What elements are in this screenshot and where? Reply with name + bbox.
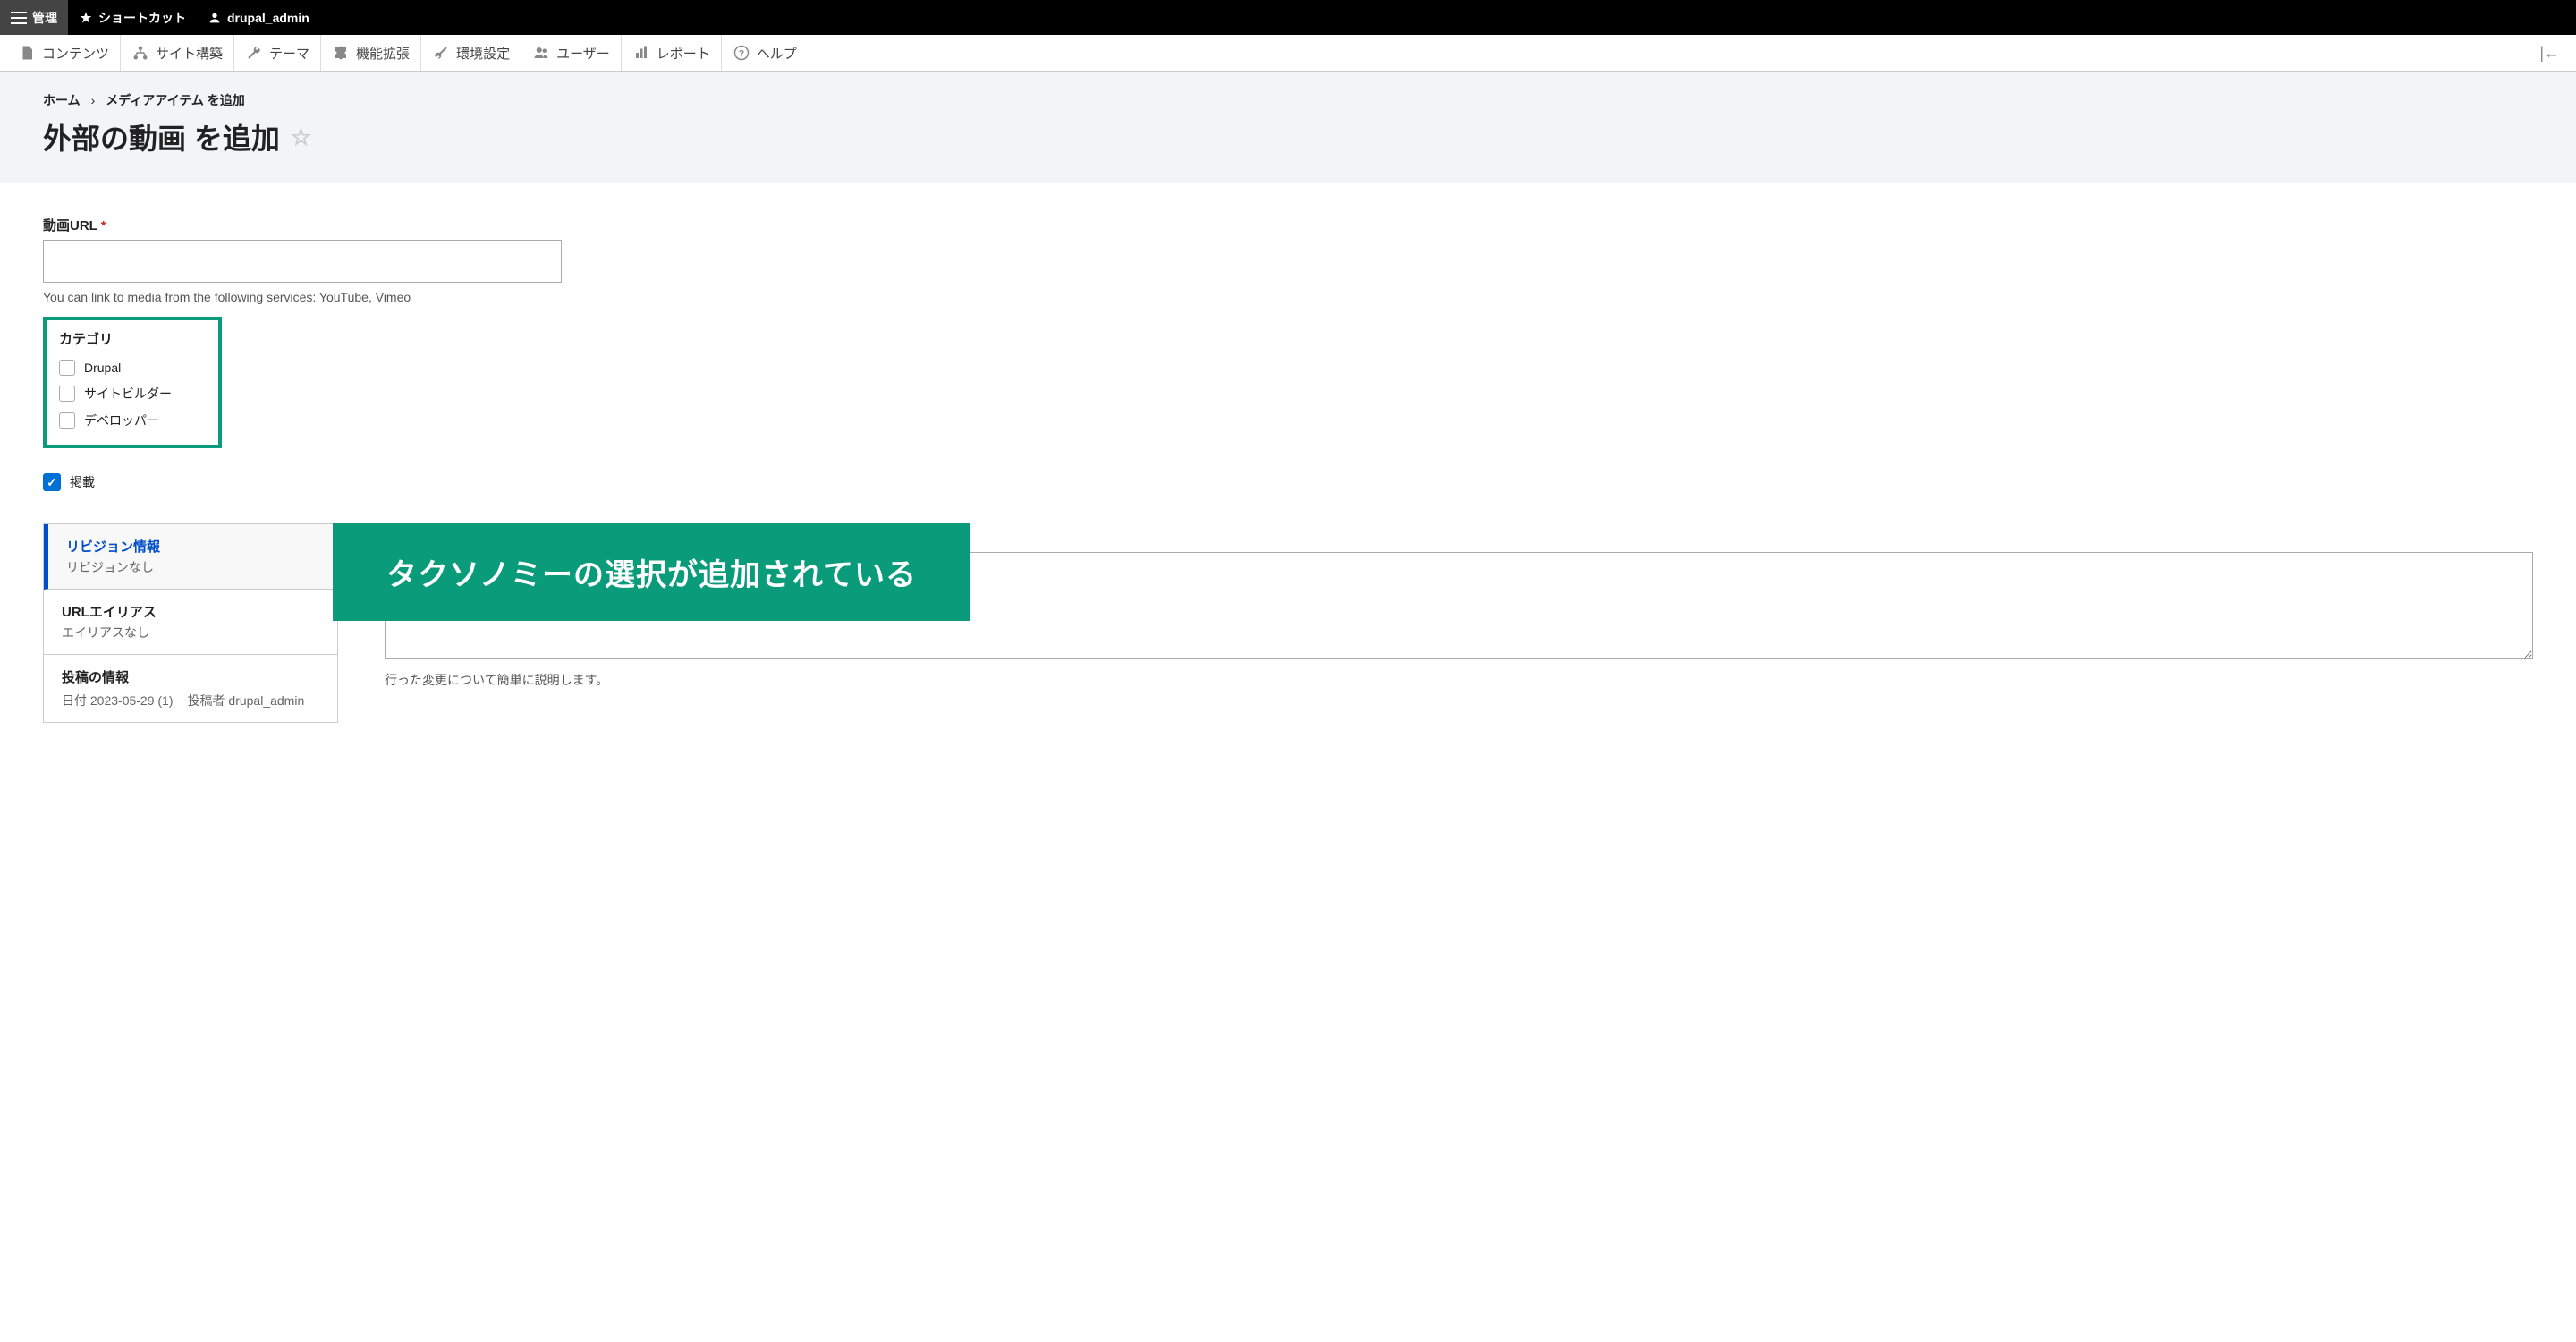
video-url-help: You can link to media from the following… [43,290,2533,304]
collapse-icon: |← [2539,44,2560,62]
menu-appearance-label: テーマ [269,44,309,63]
user-icon [208,11,222,25]
category-option-developer[interactable]: デベロッパー [59,407,206,434]
wrench2-icon [432,44,450,62]
vertical-tabs: リビジョン情報 リビジョンなし URLエイリアス エイリアスなし 投稿の情報 日… [43,523,338,723]
people-icon [532,44,550,62]
tab-revision[interactable]: リビジョン情報 リビジョンなし [44,524,337,590]
category-option-drupal[interactable]: Drupal [59,355,206,380]
menu-reports[interactable]: レポート [621,35,721,71]
topbar-user[interactable]: drupal_admin [197,0,320,35]
puzzle-icon [332,44,350,62]
menu-reports-label: レポート [657,44,710,63]
file-icon [18,44,36,62]
menu-help[interactable]: ? ヘルプ [721,35,808,71]
checkbox-checked-icon[interactable] [43,473,61,491]
topbar-manage[interactable]: 管理 [0,0,68,35]
star-outline-icon[interactable]: ☆ [291,123,311,151]
collapse-toolbar-button[interactable]: |← [2530,44,2569,63]
published-label: 掲載 [70,473,95,491]
breadcrumb: ホーム › メディアアイテム を追加 [43,91,2533,109]
published-checkbox-row[interactable]: 掲載 [43,473,2533,491]
tab-author-by: 投稿者 drupal_admin [188,692,305,709]
details-panel: タクソノミーの選択が追加されている 行った変更について簡単に説明します。 [338,523,2533,689]
menu-content[interactable]: コンテンツ [7,35,120,71]
star-icon [79,11,93,25]
wrench-icon [245,44,263,62]
menu-structure-label: サイト構築 [156,44,223,63]
category-option-label: Drupal [84,361,121,375]
breadcrumb-sep: › [91,93,96,107]
menu-extend-label: 機能拡張 [356,44,410,63]
breadcrumb-add-media[interactable]: メディアアイテム を追加 [106,91,245,109]
annotation-banner: タクソノミーの選択が追加されている [333,523,970,621]
hamburger-icon [11,12,27,24]
main-content: 動画URL * You can link to media from the f… [0,183,2576,741]
svg-text:?: ? [739,48,744,59]
hierarchy-icon [131,44,149,62]
tab-author-date: 日付 2023-05-29 (1) [62,692,174,709]
menu-extend[interactable]: 機能拡張 [320,35,420,71]
category-fieldset: カテゴリ Drupal サイトビルダー デベロッパー [43,317,222,448]
menu-structure[interactable]: サイト構築 [120,35,233,71]
video-url-field: 動画URL * You can link to media from the f… [43,216,2533,304]
menu-content-label: コンテンツ [42,44,109,63]
category-option-sitebuilder[interactable]: サイトビルダー [59,380,206,407]
topbar-manage-label: 管理 [32,9,57,27]
tab-author-extra: 日付 2023-05-29 (1) 投稿者 drupal_admin [62,689,319,709]
topbar-shortcuts[interactable]: ショートカット [68,0,197,35]
required-mark: * [97,218,106,234]
tab-revision-sub: リビジョンなし [66,558,319,576]
video-url-input[interactable] [43,240,562,283]
menu-appearance[interactable]: テーマ [233,35,320,71]
menu-config[interactable]: 環境設定 [420,35,521,71]
tab-author-title: 投稿の情報 [62,667,319,686]
tab-revision-title: リビジョン情報 [66,537,319,556]
chart-icon [632,44,650,62]
tab-url-alias[interactable]: URLエイリアス エイリアスなし [44,590,337,655]
category-option-label: デベロッパー [84,412,159,429]
page-title-text: 外部の動画 を追加 [43,116,280,157]
checkbox-icon[interactable] [59,412,75,429]
menu-people[interactable]: ユーザー [521,35,621,71]
topbar: 管理 ショートカット drupal_admin [0,0,2576,35]
menu-help-label: ヘルプ [757,44,797,63]
video-url-label: 動画URL * [43,216,2533,234]
menu-config-label: 環境設定 [456,44,510,63]
checkbox-icon[interactable] [59,360,75,376]
tab-alias-sub: エイリアスなし [62,624,319,641]
breadcrumb-home[interactable]: ホーム [43,91,80,109]
topbar-user-label: drupal_admin [227,11,309,25]
category-label: カテゴリ [59,329,206,348]
topbar-shortcuts-label: ショートカット [98,9,186,27]
details-area: リビジョン情報 リビジョンなし URLエイリアス エイリアスなし 投稿の情報 日… [43,523,2533,723]
category-option-label: サイトビルダー [84,385,172,403]
revision-log-help: 行った変更について簡単に説明します。 [385,671,2533,689]
help-icon: ? [733,44,750,62]
menu-people-label: ユーザー [556,44,610,63]
admin-menu: コンテンツ サイト構築 テーマ 機能拡張 環境設定 ユーザー レポート [0,35,2576,72]
page-title: 外部の動画 を追加 ☆ [43,116,2533,157]
page-header: ホーム › メディアアイテム を追加 外部の動画 を追加 ☆ [0,72,2576,183]
checkbox-icon[interactable] [59,386,75,402]
tab-authoring[interactable]: 投稿の情報 日付 2023-05-29 (1) 投稿者 drupal_admin [44,655,337,722]
tab-alias-title: URLエイリアス [62,602,319,621]
